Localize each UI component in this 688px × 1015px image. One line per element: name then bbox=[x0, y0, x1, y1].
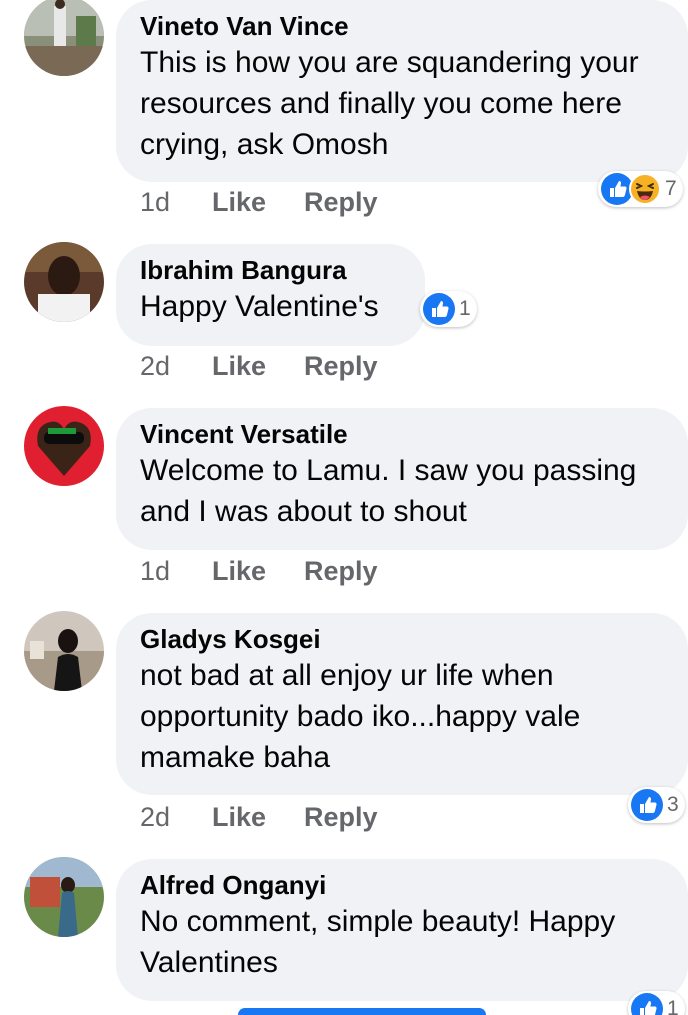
reaction-count: 7 bbox=[665, 177, 677, 200]
comment-text: not bad at all enjoy ur life when opport… bbox=[140, 659, 581, 774]
reply-button[interactable]: Reply bbox=[304, 802, 378, 833]
avatar[interactable] bbox=[24, 242, 104, 322]
like-reaction-icon bbox=[631, 789, 663, 821]
comment-actions: 1d Like Reply bbox=[140, 555, 378, 587]
reaction-count: 1 bbox=[667, 997, 679, 1015]
comment-author[interactable]: Ibrahim Bangura bbox=[140, 254, 401, 286]
comment-timestamp[interactable]: 2d bbox=[140, 802, 212, 833]
comment-text: No comment, simple beauty! Happy Valenti… bbox=[140, 905, 616, 979]
comment-author[interactable]: Gladys Kosgei bbox=[140, 623, 664, 655]
comment-bubble: Vineto Van Vince This is how you are squ… bbox=[116, 0, 688, 182]
like-button[interactable]: Like bbox=[212, 187, 304, 218]
like-reaction-icon bbox=[631, 993, 663, 1015]
comment-timestamp[interactable]: 1d bbox=[140, 187, 212, 218]
reaction-count: 3 bbox=[667, 793, 679, 816]
comment-bubble: Vincent Versatile Welcome to Lamu. I saw… bbox=[116, 408, 688, 550]
comment-actions: 2d Like Reply bbox=[140, 801, 378, 833]
comment-text: Welcome to Lamu. I saw you passing and I… bbox=[140, 454, 637, 528]
comment-bubble: Gladys Kosgei not bad at all enjoy ur li… bbox=[116, 613, 688, 795]
comment-author[interactable]: Alfred Onganyi bbox=[140, 869, 664, 901]
reply-button[interactable]: Reply bbox=[304, 351, 378, 382]
reactions-summary[interactable]: 1 bbox=[420, 291, 477, 327]
reply-button[interactable]: Reply bbox=[304, 556, 378, 587]
new-comments-pill[interactable] bbox=[238, 1008, 486, 1015]
avatar[interactable] bbox=[24, 857, 104, 937]
avatar[interactable] bbox=[24, 611, 104, 691]
comment-author[interactable]: Vineto Van Vince bbox=[140, 10, 664, 42]
avatar[interactable] bbox=[24, 0, 104, 76]
reactions-summary[interactable]: 1 bbox=[628, 991, 685, 1015]
comment-author[interactable]: Vincent Versatile bbox=[140, 418, 664, 450]
comment-text: This is how you are squandering your res… bbox=[140, 46, 639, 161]
reactions-summary[interactable]: 3 bbox=[628, 787, 685, 823]
reply-button[interactable]: Reply bbox=[304, 187, 378, 218]
avatar[interactable] bbox=[24, 406, 104, 486]
comment-bubble: Ibrahim Bangura Happy Valentine's bbox=[116, 244, 425, 346]
comment-timestamp[interactable]: 2d bbox=[140, 351, 212, 382]
like-button[interactable]: Like bbox=[212, 351, 304, 382]
comment-text: Happy Valentine's bbox=[140, 290, 379, 323]
like-reaction-icon bbox=[423, 293, 455, 325]
comment-bubble: Alfred Onganyi No comment, simple beauty… bbox=[116, 859, 688, 1001]
reaction-count: 1 bbox=[459, 297, 471, 320]
comment-actions: 2d Like Reply bbox=[140, 350, 378, 382]
comment-timestamp[interactable]: 1d bbox=[140, 556, 212, 587]
like-button[interactable]: Like bbox=[212, 556, 304, 587]
reactions-summary[interactable]: 7 bbox=[598, 171, 683, 207]
like-button[interactable]: Like bbox=[212, 802, 304, 833]
haha-reaction-icon bbox=[629, 173, 661, 205]
comment-actions: 1d Like Reply bbox=[140, 186, 378, 218]
